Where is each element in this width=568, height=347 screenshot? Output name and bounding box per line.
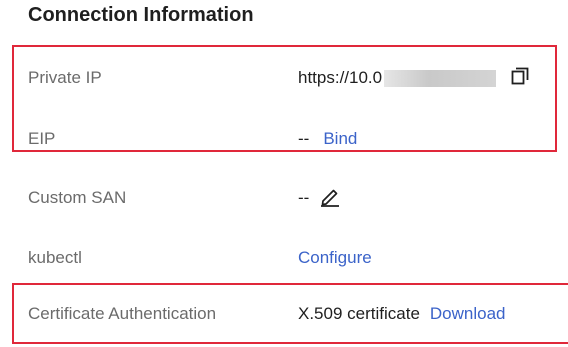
custom-san-value: --: [298, 185, 341, 212]
configure-kubectl-link[interactable]: Configure: [298, 248, 372, 268]
row-custom-san: Custom SAN --: [28, 186, 558, 210]
bind-eip-link[interactable]: Bind: [323, 129, 357, 149]
copy-icon[interactable]: [510, 66, 530, 91]
redacted-mask: [384, 69, 497, 87]
section-title: Connection Information: [28, 4, 254, 26]
row-eip: EIP -- Bind: [28, 127, 558, 151]
row-certificate-authentication: Certificate Authentication X.509 certifi…: [28, 302, 558, 326]
row-kubectl: kubectl Configure: [28, 246, 558, 270]
eip-label: EIP: [28, 129, 56, 148]
connection-information-panel: Connection Information Private IP https:…: [0, 0, 568, 347]
kubectl-label: kubectl: [28, 248, 82, 267]
download-certificate-link[interactable]: Download: [430, 304, 506, 324]
row-private-ip: Private IP https://10.0: [28, 66, 558, 90]
eip-value: -- Bind: [298, 129, 357, 149]
custom-san-empty-value: --: [298, 188, 310, 207]
eip-empty-value: --: [298, 129, 310, 148]
private-ip-value: https://10.0: [298, 66, 530, 91]
certificate-authentication-label: Certificate Authentication: [28, 304, 217, 323]
certificate-authentication-value: X.509 certificate Download: [298, 304, 506, 324]
kubectl-value: Configure: [298, 248, 372, 268]
certificate-type: X.509 certificate: [298, 304, 420, 323]
private-ip-text: https://10.0: [298, 68, 383, 87]
pencil-edit-icon[interactable]: [319, 185, 341, 212]
private-ip-label: Private IP: [28, 68, 102, 87]
custom-san-label: Custom SAN: [28, 188, 127, 207]
